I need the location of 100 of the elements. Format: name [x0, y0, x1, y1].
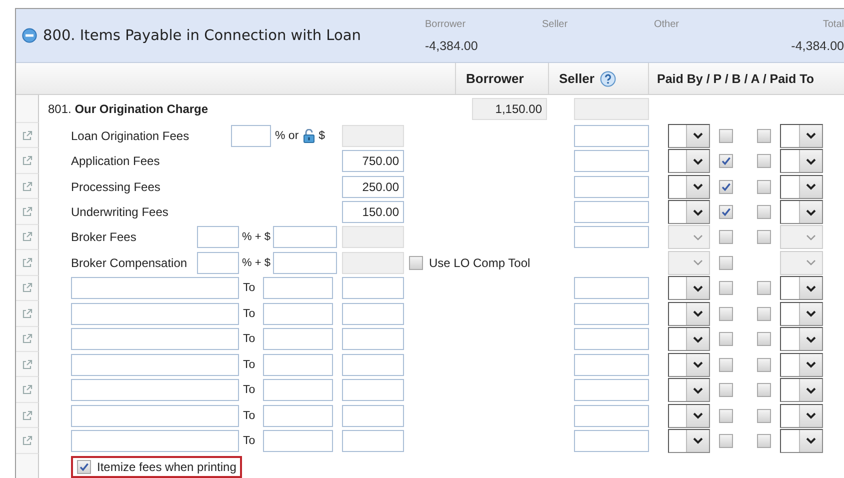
checkbox[interactable]: [757, 434, 771, 448]
checkbox[interactable]: [719, 281, 733, 296]
dropdown[interactable]: [668, 174, 710, 199]
dropdown[interactable]: [780, 352, 823, 377]
popup-link-icon[interactable]: [22, 434, 32, 446]
popup-link-icon[interactable]: [22, 206, 32, 218]
checkbox[interactable]: [719, 332, 733, 346]
popup-link-icon[interactable]: [22, 130, 32, 141]
checkbox[interactable]: [719, 306, 733, 321]
amount-field[interactable]: [342, 328, 404, 350]
checkbox[interactable]: [757, 408, 771, 423]
popup-link-icon[interactable]: [22, 358, 32, 370]
percent-field[interactable]: [197, 226, 239, 248]
seller-field[interactable]: [574, 226, 649, 248]
checkbox[interactable]: [719, 154, 733, 168]
checkbox[interactable]: [719, 383, 733, 398]
popup-link-icon[interactable]: [22, 308, 32, 319]
checkbox[interactable]: [719, 205, 733, 220]
popup-link-icon[interactable]: [22, 231, 32, 242]
dropdown[interactable]: [780, 276, 823, 300]
amount-field[interactable]: 750.00: [342, 150, 404, 172]
checkbox[interactable]: [757, 281, 771, 296]
amount-field[interactable]: 250.00: [342, 176, 404, 198]
itemize-option[interactable]: Itemize fees when printing: [71, 456, 242, 478]
dropdown[interactable]: [780, 149, 823, 174]
dropdown[interactable]: [780, 124, 823, 148]
dropdown[interactable]: [668, 200, 710, 224]
checkbox[interactable]: [719, 408, 733, 423]
dropdown[interactable]: [668, 327, 710, 352]
seller-field[interactable]: [574, 176, 649, 198]
collapse-icon[interactable]: [22, 28, 37, 43]
seller-field[interactable]: [574, 430, 649, 452]
lock-icon[interactable]: [302, 128, 315, 143]
dropdown[interactable]: [780, 428, 823, 453]
amount-field[interactable]: [342, 404, 404, 427]
seller-field[interactable]: [574, 302, 649, 325]
dropdown[interactable]: [780, 302, 823, 326]
dropdown[interactable]: [668, 302, 710, 326]
checkbox[interactable]: [757, 205, 771, 220]
seller-field[interactable]: [574, 354, 649, 376]
percent-field[interactable]: [231, 124, 271, 147]
amount-field[interactable]: [273, 226, 338, 248]
dropdown[interactable]: [780, 327, 823, 352]
checkbox[interactable]: [719, 128, 733, 143]
dropdown[interactable]: [780, 200, 823, 224]
popup-link-icon[interactable]: [22, 333, 32, 344]
checkbox[interactable]: [757, 332, 771, 346]
dropdown[interactable]: [668, 149, 710, 174]
checkbox[interactable]: [77, 460, 91, 474]
checkbox[interactable]: [757, 180, 771, 194]
description-field[interactable]: [71, 354, 239, 376]
recipient-field[interactable]: [263, 328, 333, 350]
amount-field[interactable]: [342, 302, 404, 325]
description-field[interactable]: [71, 430, 239, 452]
recipient-field[interactable]: [263, 277, 333, 300]
checkbox[interactable]: [757, 358, 771, 372]
help-icon[interactable]: [600, 70, 616, 86]
dropdown[interactable]: [780, 378, 823, 402]
amount-field[interactable]: [342, 430, 404, 452]
checkbox[interactable]: [757, 306, 771, 321]
popup-link-icon[interactable]: [22, 410, 32, 421]
dropdown[interactable]: [668, 352, 710, 377]
recipient-field[interactable]: [263, 354, 333, 376]
recipient-field[interactable]: [263, 404, 333, 427]
seller-field[interactable]: [574, 124, 649, 147]
dropdown[interactable]: [668, 276, 710, 300]
seller-field[interactable]: [574, 328, 649, 350]
popup-link-icon[interactable]: [22, 155, 32, 166]
popup-link-icon[interactable]: [22, 180, 32, 192]
recipient-field[interactable]: [263, 430, 333, 452]
popup-link-icon[interactable]: [22, 256, 32, 268]
checkbox[interactable]: [719, 434, 733, 448]
checkbox[interactable]: [719, 230, 733, 244]
dropdown[interactable]: [780, 404, 823, 428]
checkbox[interactable]: [719, 358, 733, 372]
amount-field[interactable]: [342, 354, 404, 376]
checkbox[interactable]: [757, 230, 771, 244]
description-field[interactable]: [71, 404, 239, 427]
description-field[interactable]: [71, 302, 239, 325]
popup-link-icon[interactable]: [22, 282, 32, 294]
seller-field[interactable]: [574, 379, 649, 402]
borrower-amount-field[interactable]: 1,150.00: [472, 98, 547, 120]
amount-field[interactable]: 150.00: [342, 201, 404, 224]
seller-field[interactable]: [574, 201, 649, 224]
amount-field[interactable]: [342, 379, 404, 402]
amount-field[interactable]: [342, 277, 404, 300]
checkbox[interactable]: [757, 128, 771, 143]
dropdown[interactable]: [668, 428, 710, 453]
dropdown[interactable]: [668, 124, 710, 148]
description-field[interactable]: [71, 328, 239, 350]
dropdown[interactable]: [780, 174, 823, 199]
percent-field[interactable]: [197, 252, 239, 274]
checkbox[interactable]: [757, 154, 771, 168]
lo-comp-checkbox[interactable]: [409, 256, 423, 270]
seller-field[interactable]: [574, 150, 649, 172]
checkbox[interactable]: [719, 256, 733, 270]
description-field[interactable]: [71, 379, 239, 402]
recipient-field[interactable]: [263, 302, 333, 325]
dropdown[interactable]: [668, 378, 710, 402]
seller-field[interactable]: [574, 404, 649, 427]
